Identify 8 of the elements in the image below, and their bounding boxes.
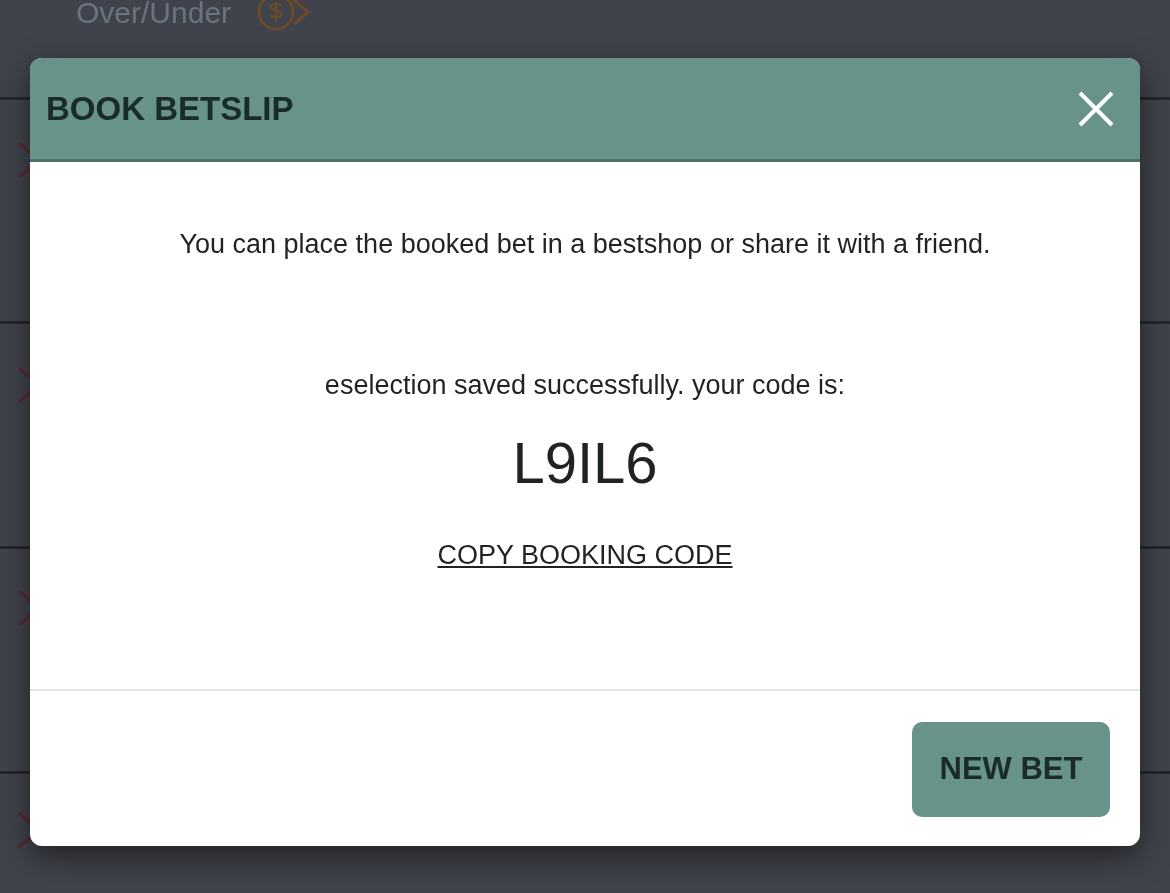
close-button[interactable] — [1078, 90, 1114, 127]
close-icon — [1078, 90, 1114, 127]
info-text: You can place the booked bet in a bestshop or share it with a friend. — [179, 228, 991, 261]
booking-code: L9IL6 — [512, 431, 658, 495]
modal-title: BOOK BETSLIP — [46, 88, 294, 129]
copy-code-link[interactable]: COPY BOOKING CODE — [437, 534, 733, 576]
status-text: eselection saved successfully. your code is: — [324, 368, 846, 402]
new-bet-button[interactable]: NEW BET — [912, 722, 1110, 817]
